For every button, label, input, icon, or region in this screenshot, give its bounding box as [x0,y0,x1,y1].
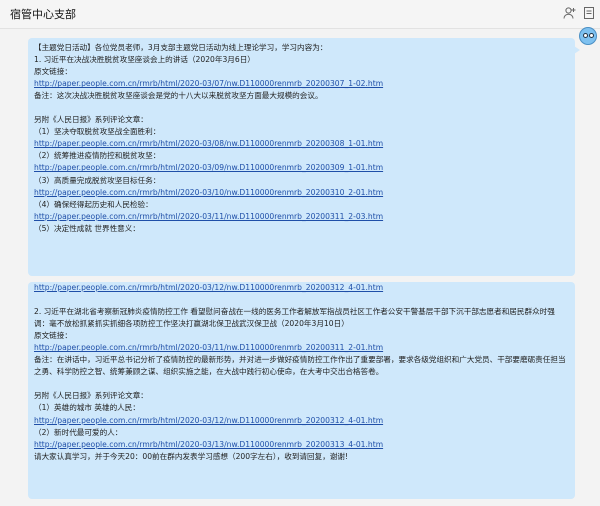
message-line: 原文链接： [34,331,72,341]
message-line: （3）高质量完成脱贫攻坚目标任务： [34,175,161,185]
message-link[interactable]: http://paper.people.com.cn/rmrb/html/202… [34,187,569,199]
message-line: 2. 习近平在湖北省考察新冠肺炎疫情防控工作 看望慰问奋战在一线的医务工作者解放… [34,307,555,329]
message-line: （1）英雄的城市 英雄的人民： [34,403,140,413]
message-line: （1）坚决夺取脱贫攻坚战全面胜利： [34,127,161,137]
message-bubble-continued[interactable]: http://paper.people.com.cn/rmrb/html/202… [28,282,575,499]
add-user-icon[interactable] [562,5,578,21]
chat-title: 宿管中心支部 [10,8,76,21]
title-bar: 宿管中心支部 [0,0,600,29]
message-line: 1. 习近平在决战决胜脱贫攻坚座谈会上的讲话（2020年3月6日） [34,55,255,65]
avatar[interactable] [579,27,597,45]
message-line: 另附《人民日报》系列评论文章： [34,115,148,125]
message-link[interactable]: http://paper.people.com.cn/rmrb/html/202… [34,211,569,223]
message-line: （2）统筹推进疫情防控和脱贫攻坚： [34,151,161,161]
message-line: 原文链接： [34,67,72,77]
message-line: 另附《人民日报》系列评论文章： [34,391,148,401]
message-link[interactable]: http://paper.people.com.cn/rmrb/html/202… [34,162,569,174]
message-line: （5）决定性成就 世界性意义： [34,223,140,233]
message-bubble[interactable]: 【主题党日活动】各位党员老师，3月支部主题党日活动为线上理论学习，学习内容为： 1… [28,38,580,276]
message-link[interactable]: http://paper.people.com.cn/rmrb/html/202… [34,439,569,451]
message-line: （4）确保经得起历史和人民检验： [34,199,153,209]
message-link[interactable]: http://paper.people.com.cn/rmrb/html/202… [34,78,569,90]
message-link[interactable]: http://paper.people.com.cn/rmrb/html/202… [34,282,569,294]
message-link[interactable]: http://paper.people.com.cn/rmrb/html/202… [34,138,569,150]
more-icon[interactable] [581,5,597,21]
message-line: 【主题党日活动】各位党员老师，3月支部主题党日活动为线上理论学习，学习内容为： [34,43,328,52]
message-line: 请大家认真学习，并于今天20：00前在群内发表学习感想（200字左右），收到请回… [34,451,349,461]
message-line: 备注：这次决战决胜脱贫攻坚座谈会是党的十八大以来脱贫攻坚方面最大规模的会议。 [34,91,323,101]
message-link[interactable]: http://paper.people.com.cn/rmrb/html/202… [34,342,569,354]
message-line: （2）新时代最可爱的人： [34,427,123,437]
message-line: 备注：在讲话中，习近平总书记分析了疫情防控的最新形势，并对进一步做好疫情防控工作… [34,355,566,377]
message-link[interactable]: http://paper.people.com.cn/rmrb/html/202… [34,415,569,427]
